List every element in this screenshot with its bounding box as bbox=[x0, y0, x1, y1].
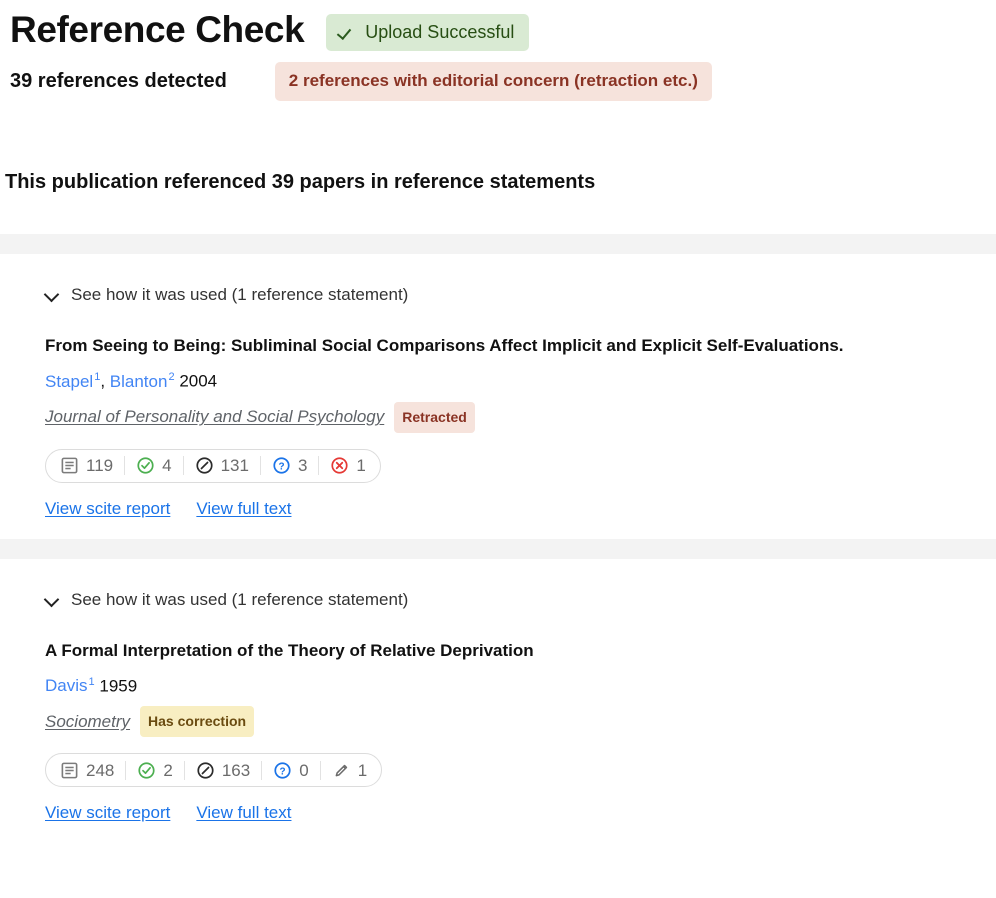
publication-year: 1959 bbox=[95, 676, 138, 695]
metric-questioning[interactable]: ? 3 bbox=[260, 456, 318, 475]
authors-line: Stapel1, Blanton2 2004 bbox=[45, 366, 996, 393]
author-affiliation-sup: 1 bbox=[88, 676, 95, 688]
metric-value: 248 bbox=[86, 762, 114, 779]
journal-link[interactable]: Journal of Personality and Social Psycho… bbox=[45, 406, 384, 428]
metric-supporting[interactable]: 4 bbox=[124, 456, 182, 475]
references-detected-count: 39 references detected bbox=[10, 70, 227, 93]
metric-retraction[interactable]: 1 bbox=[318, 456, 367, 475]
svg-text:?: ? bbox=[278, 462, 284, 473]
upload-status-label: Upload Successful bbox=[365, 21, 514, 43]
section-divider-band bbox=[0, 539, 996, 559]
reference-entry: See how it was used (1 reference stateme… bbox=[0, 559, 996, 824]
subheader: 39 references detected 2 references with… bbox=[0, 52, 996, 101]
author-link[interactable]: Davis1 bbox=[45, 676, 95, 695]
metric-value: 2 bbox=[163, 762, 172, 779]
upload-status-badge: Upload Successful bbox=[326, 14, 529, 51]
author-affiliation-sup: 2 bbox=[167, 371, 174, 383]
see-how-label: See how it was used (1 reference stateme… bbox=[71, 590, 408, 610]
see-how-it-was-used-toggle[interactable]: See how it was used (1 reference stateme… bbox=[45, 590, 408, 610]
question-circle-icon: ? bbox=[273, 761, 292, 780]
metric-citations[interactable]: 248 bbox=[58, 761, 125, 780]
metric-value: 163 bbox=[222, 762, 250, 779]
paper-title: A Formal Interpretation of the Theory of… bbox=[45, 640, 996, 662]
retraction-x-icon bbox=[330, 456, 349, 475]
correction-pencil-icon bbox=[332, 761, 351, 780]
metric-mentioning[interactable]: 131 bbox=[183, 456, 260, 475]
svg-text:?: ? bbox=[280, 766, 286, 777]
author-link[interactable]: Stapel1 bbox=[45, 372, 100, 391]
metric-value: 1 bbox=[356, 457, 365, 474]
paper-title: From Seeing to Being: Subliminal Social … bbox=[45, 335, 996, 357]
metrics-pill: 248 2 163 ? 0 bbox=[45, 753, 382, 787]
article-icon bbox=[60, 456, 79, 475]
metric-mentioning[interactable]: 163 bbox=[184, 761, 261, 780]
metric-value: 4 bbox=[162, 457, 171, 474]
see-how-it-was-used-toggle[interactable]: See how it was used (1 reference stateme… bbox=[45, 285, 408, 305]
supporting-check-icon bbox=[136, 456, 155, 475]
chevron-down-icon bbox=[45, 593, 59, 607]
article-icon bbox=[60, 761, 79, 780]
view-full-text-link[interactable]: View full text bbox=[196, 499, 291, 519]
publication-year: 2004 bbox=[175, 372, 218, 391]
view-full-text-link[interactable]: View full text bbox=[196, 803, 291, 823]
see-how-label: See how it was used (1 reference stateme… bbox=[71, 285, 408, 305]
journal-line: Sociometry Has correction bbox=[45, 706, 996, 737]
entry-links: View scite report View full text bbox=[45, 499, 996, 519]
metric-value: 131 bbox=[221, 457, 249, 474]
reference-entry: See how it was used (1 reference stateme… bbox=[0, 254, 996, 519]
journal-link[interactable]: Sociometry bbox=[45, 711, 130, 733]
metrics-pill: 119 4 131 ? 3 bbox=[45, 449, 381, 483]
status-badge: Has correction bbox=[140, 706, 254, 737]
entry-links: View scite report View full text bbox=[45, 803, 996, 823]
metric-value: 3 bbox=[298, 457, 307, 474]
metric-questioning[interactable]: ? 0 bbox=[261, 761, 319, 780]
metric-value: 119 bbox=[86, 457, 113, 474]
authors-line: Davis1 1959 bbox=[45, 671, 996, 698]
section-divider-band bbox=[0, 234, 996, 254]
check-icon bbox=[339, 23, 356, 40]
status-badge: Retracted bbox=[394, 402, 475, 433]
editorial-concern-badge: 2 references with editorial concern (ret… bbox=[275, 62, 712, 101]
page-header: Reference Check Upload Successful bbox=[0, 0, 996, 52]
supporting-check-icon bbox=[137, 761, 156, 780]
question-circle-icon: ? bbox=[272, 456, 291, 475]
page-title: Reference Check bbox=[10, 8, 304, 52]
chevron-down-icon bbox=[45, 288, 59, 302]
metric-supporting[interactable]: 2 bbox=[125, 761, 183, 780]
view-scite-report-link[interactable]: View scite report bbox=[45, 803, 170, 823]
journal-line: Journal of Personality and Social Psycho… bbox=[45, 402, 996, 433]
mentioning-slash-icon bbox=[195, 456, 214, 475]
view-scite-report-link[interactable]: View scite report bbox=[45, 499, 170, 519]
metric-value: 1 bbox=[358, 762, 367, 779]
metric-value: 0 bbox=[299, 762, 308, 779]
metric-correction[interactable]: 1 bbox=[320, 761, 369, 780]
author-link[interactable]: Blanton2 bbox=[110, 372, 175, 391]
section-heading: This publication referenced 39 papers in… bbox=[0, 171, 996, 194]
mentioning-slash-icon bbox=[196, 761, 215, 780]
author-separator: , bbox=[100, 372, 109, 391]
metric-citations[interactable]: 119 bbox=[58, 456, 124, 475]
